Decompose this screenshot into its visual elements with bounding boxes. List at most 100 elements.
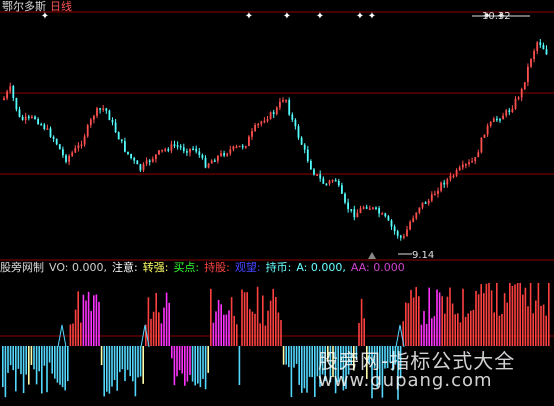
candle-body xyxy=(117,132,120,140)
histogram-bar xyxy=(48,346,51,363)
candle-body xyxy=(331,180,334,182)
histogram-bar xyxy=(509,283,511,346)
candle-body xyxy=(468,162,470,165)
signal-marker-icon: ✦ xyxy=(316,11,324,22)
histogram-bar xyxy=(155,292,157,346)
candle-body xyxy=(96,108,98,116)
histogram-bar xyxy=(360,298,363,346)
candle-body xyxy=(375,207,377,209)
candle-body xyxy=(313,169,315,175)
candle-body xyxy=(334,180,337,182)
histogram-bar xyxy=(220,304,222,346)
candle-body xyxy=(325,183,328,186)
indicator-legend-item: 注意: xyxy=(112,261,138,274)
candle-body xyxy=(244,146,247,148)
candle-body xyxy=(437,190,439,194)
candle-body xyxy=(120,139,123,142)
signal-marker-icon: ✦ xyxy=(245,11,253,22)
candle-body xyxy=(393,226,396,232)
histogram-bar xyxy=(412,297,415,346)
candle-body xyxy=(257,123,260,126)
histogram-bar xyxy=(311,346,313,378)
candle-body xyxy=(207,163,210,168)
candle-body xyxy=(213,160,216,162)
histogram-bar xyxy=(516,283,519,346)
candle-body xyxy=(483,134,486,138)
candle-body xyxy=(226,153,229,156)
candle-body xyxy=(55,138,58,145)
candle-body xyxy=(18,109,21,117)
signal-marker-icon: ✦ xyxy=(368,11,376,22)
histogram-bar xyxy=(423,310,425,346)
candle-body xyxy=(179,146,182,148)
candle-body xyxy=(127,151,129,154)
histogram-bar xyxy=(85,300,87,346)
candle-body xyxy=(477,152,480,158)
histogram-bar xyxy=(280,320,282,346)
candle-body xyxy=(86,125,89,137)
histogram-bar xyxy=(129,346,131,377)
candle-body xyxy=(260,121,263,124)
histogram-bar xyxy=(150,318,152,346)
histogram-bar xyxy=(410,289,412,346)
histogram-bar xyxy=(308,346,311,377)
candle-body xyxy=(306,149,309,162)
candle-body xyxy=(241,145,244,148)
candle-body xyxy=(24,116,27,121)
histogram-bar xyxy=(126,346,129,370)
watermark-url: www.gupang.com xyxy=(318,370,493,391)
histogram-bar xyxy=(542,304,545,346)
candle-body xyxy=(372,207,374,209)
candle-body xyxy=(356,213,359,218)
histogram-bar xyxy=(69,324,72,346)
histogram-bar xyxy=(285,346,287,365)
histogram-bar xyxy=(30,346,33,365)
indicator-legend: 股旁网制 VO: 0.000, 注意: 转强: 买点: 持股: 观望: 持币: A: 0.00… xyxy=(0,261,410,275)
histogram-bar xyxy=(243,292,246,346)
histogram-bar xyxy=(202,346,204,379)
signal-markers: ✦ ✦ ✦ ✦ ✦ ✦ ✦ ✦ xyxy=(41,11,505,22)
candle-body xyxy=(458,167,461,171)
candle-body xyxy=(155,154,157,160)
histogram-bar xyxy=(163,307,165,346)
histogram-bar xyxy=(139,346,142,377)
histogram-bar xyxy=(475,290,477,346)
candle-body xyxy=(511,108,514,113)
histogram-bar xyxy=(545,315,547,346)
candle-body xyxy=(440,182,442,191)
histogram-bar xyxy=(441,296,443,346)
histogram-bar xyxy=(116,346,118,391)
histogram-bar xyxy=(82,294,85,346)
histogram-bar xyxy=(134,346,137,397)
histogram-bar xyxy=(272,288,274,346)
histogram-bar xyxy=(142,346,144,384)
candle-body xyxy=(210,160,213,164)
candle-body xyxy=(198,151,201,155)
histogram-bar xyxy=(493,312,495,346)
candle-body xyxy=(396,231,399,236)
candle-body xyxy=(142,164,145,171)
histogram-bar xyxy=(158,312,160,346)
candle-body xyxy=(195,148,198,152)
histogram-bar xyxy=(25,346,27,375)
candle-body xyxy=(275,107,278,115)
candle-body xyxy=(520,88,523,98)
candle-body xyxy=(542,44,545,50)
histogram-bar xyxy=(178,346,181,371)
candle-body xyxy=(365,207,368,209)
histogram-bar xyxy=(22,346,25,394)
candle-body xyxy=(201,154,204,158)
candle-body xyxy=(539,42,542,45)
histogram-bar xyxy=(241,289,243,346)
histogram-bar xyxy=(95,294,98,346)
histogram-bar xyxy=(93,295,95,346)
histogram-bar xyxy=(433,316,436,346)
signal-marker-icon: ✦ xyxy=(283,11,291,22)
histogram-bar xyxy=(490,290,493,346)
histogram-bar xyxy=(288,346,290,368)
candlestick-series[interactable] xyxy=(3,39,548,241)
candle-body xyxy=(533,50,535,60)
histogram-bar xyxy=(306,346,308,393)
candle-body xyxy=(300,137,303,145)
histogram-bar xyxy=(503,293,506,346)
